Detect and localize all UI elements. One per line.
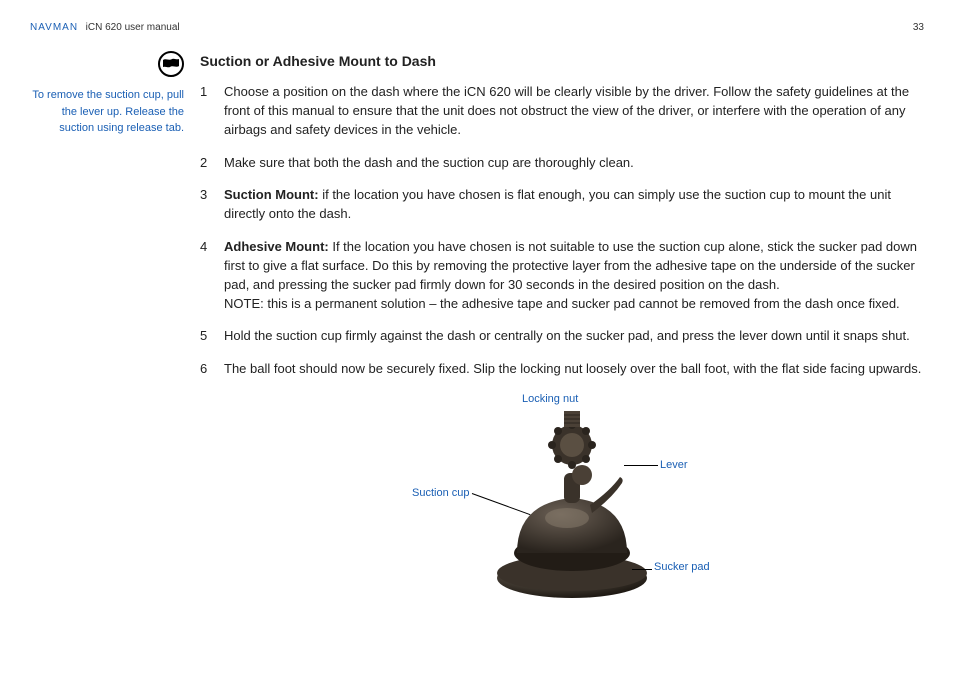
- suction-mount-illustration: [482, 403, 662, 603]
- step-body: Suction Mount: if the location you have …: [224, 186, 924, 224]
- page-number: 33: [913, 22, 924, 33]
- label-sucker-pad: Sucker pad: [654, 561, 710, 573]
- step-item: 4 Adhesive Mount: If the location you ha…: [200, 238, 924, 313]
- brand-text: NAVMAN: [30, 22, 78, 33]
- side-note: To remove the suction cup, pull the leve…: [30, 87, 190, 137]
- step-number: 5: [200, 327, 224, 346]
- step-item: 2 Make sure that both the dash and the s…: [200, 154, 924, 173]
- step-number: 1: [200, 83, 224, 140]
- step-number: 3: [200, 186, 224, 224]
- step-number: 4: [200, 238, 224, 313]
- step-body: Make sure that both the dash and the suc…: [224, 154, 924, 173]
- steps-list: 1 Choose a position on the dash where th…: [200, 83, 924, 379]
- step-item: 6 The ball foot should now be securely f…: [200, 360, 924, 379]
- step-body: Hold the suction cup firmly against the …: [224, 327, 924, 346]
- label-suction-cup: Suction cup: [412, 487, 469, 499]
- step-item: 5 Hold the suction cup firmly against th…: [200, 327, 924, 346]
- mount-figure: Locking nut Lever Suction cup Sucker pad: [372, 393, 752, 613]
- step-number: 2: [200, 154, 224, 173]
- step-body: Adhesive Mount: If the location you have…: [224, 238, 924, 313]
- label-lever: Lever: [660, 459, 688, 471]
- globe-icon: [158, 51, 184, 77]
- step-number: 6: [200, 360, 224, 379]
- section-title: Suction or Adhesive Mount to Dash: [200, 53, 924, 69]
- label-locking-nut: Locking nut: [522, 393, 578, 405]
- step-body: The ball foot should now be securely fix…: [224, 360, 924, 379]
- step-item: 1 Choose a position on the dash where th…: [200, 83, 924, 140]
- step-item: 3 Suction Mount: if the location you hav…: [200, 186, 924, 224]
- callout-line: [624, 465, 658, 466]
- callout-line: [632, 569, 652, 570]
- manual-title: iCN 620 user manual: [86, 22, 180, 33]
- side-column: To remove the suction cup, pull the leve…: [30, 51, 190, 613]
- step-body: Choose a position on the dash where the …: [224, 83, 924, 140]
- page-header: NAVMAN iCN 620 user manual 33: [30, 18, 924, 33]
- content: To remove the suction cup, pull the leve…: [30, 51, 924, 613]
- main-column: Suction or Adhesive Mount to Dash 1 Choo…: [190, 51, 924, 613]
